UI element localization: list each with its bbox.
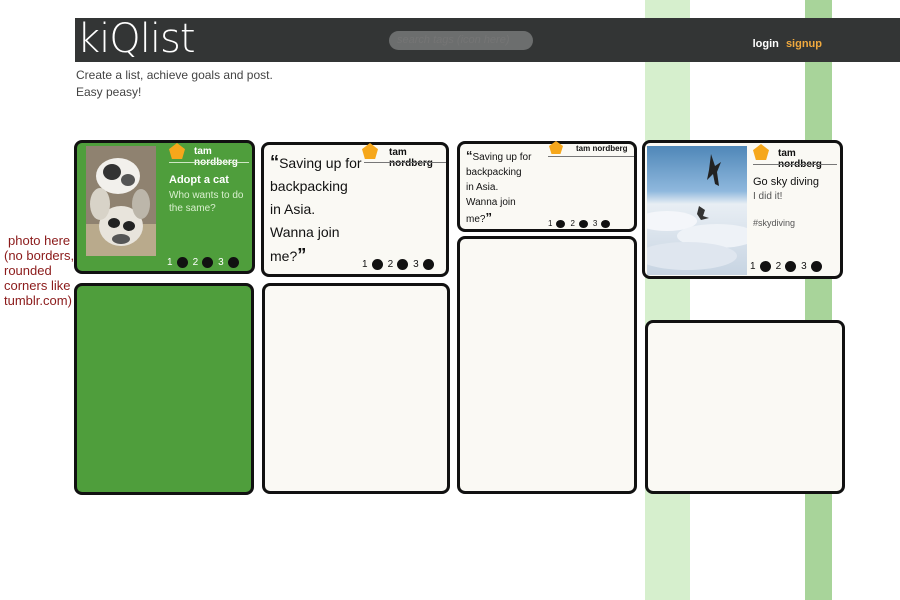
tagline: Create a list, achieve goals and post. E… — [76, 67, 273, 101]
annotation-line: rounded — [4, 263, 52, 278]
rating-dot-icon — [227, 257, 239, 268]
rating-dot-icon — [422, 259, 434, 270]
rating-label: 2 — [570, 219, 575, 228]
quote-text: “Saving up for backpacking in Asia. Wann… — [270, 152, 362, 265]
rating-3[interactable]: 3 — [592, 219, 611, 228]
author-name[interactable]: tam nordberg — [778, 148, 840, 170]
badge-pentagon-icon — [169, 143, 185, 159]
rating-label: 3 — [413, 259, 419, 270]
goal-card-quote-small[interactable]: tam nordberg “Saving up for backpacking … — [457, 141, 637, 232]
rating-label: 1 — [167, 257, 173, 268]
rating-row: 1 2 3 — [750, 261, 827, 272]
goal-card-placeholder-green[interactable] — [74, 283, 254, 495]
quote-line: Wanna join — [270, 224, 340, 240]
annotation-line: tumblr.com) — [4, 293, 72, 308]
rating-2[interactable]: 2 — [570, 219, 588, 228]
quote-line: Saving up for — [472, 152, 532, 163]
rating-dot-icon — [556, 219, 566, 228]
badge-pentagon-icon — [753, 144, 769, 160]
background-stripe-light — [645, 0, 690, 600]
rating-1[interactable]: 1 — [167, 257, 188, 268]
rating-1[interactable]: 1 — [750, 261, 771, 272]
card-subtitle-1: Who wants to do — [169, 190, 244, 201]
login-link[interactable]: login — [753, 38, 779, 50]
rating-label: 3 — [218, 257, 224, 268]
quote-line: backpacking — [466, 167, 522, 178]
rating-3[interactable]: 3 — [413, 259, 434, 270]
goal-card-placeholder[interactable] — [262, 283, 450, 494]
card-subtitle-1: I did it! — [753, 191, 783, 202]
search-input[interactable] — [389, 31, 533, 50]
rating-dot-icon — [810, 261, 822, 272]
rating-label: 2 — [192, 257, 199, 268]
rating-label: 1 — [548, 219, 553, 228]
divider — [753, 164, 837, 165]
rating-dot-icon — [785, 261, 797, 272]
goal-card-quote[interactable]: tam nordberg “Saving up for backpacking … — [261, 142, 449, 277]
rating-dot-icon — [759, 261, 771, 272]
rating-2[interactable]: 2 — [776, 261, 797, 272]
rating-dot-icon — [397, 259, 409, 270]
rating-row: 1 2 3 — [362, 259, 439, 270]
rating-3[interactable]: 3 — [218, 257, 239, 268]
rating-label: 3 — [801, 261, 807, 272]
signup-link[interactable]: signup — [786, 38, 822, 50]
rating-3[interactable]: 3 — [801, 261, 822, 272]
rating-label: 2 — [775, 261, 782, 272]
card-subtitle-2: the same? — [169, 203, 216, 214]
card-title: Adopt a cat — [169, 174, 229, 186]
badge-pentagon-icon — [549, 141, 563, 154]
card-tag[interactable]: #skydiving — [753, 218, 795, 228]
author-name[interactable]: tam nordberg — [194, 146, 252, 168]
goal-card-adopt-cat[interactable]: tam nordberg Adopt a cat Who wants to do… — [74, 140, 255, 274]
logo[interactable]: kiQlist — [77, 16, 196, 62]
auth-links: login signup — [753, 38, 822, 50]
rating-dot-icon — [601, 219, 611, 228]
quote-line: Saving up for — [279, 155, 362, 171]
rating-row: 1 2 3 — [548, 219, 615, 228]
quote-line: Wanna join — [466, 197, 516, 208]
rating-1[interactable]: 1 — [548, 219, 566, 228]
top-bar: kiQlist login signup — [75, 16, 900, 62]
rating-dot-icon — [578, 219, 588, 228]
rating-2[interactable]: 2 — [193, 257, 214, 268]
quote-line: me? — [270, 248, 298, 264]
rating-2[interactable]: 2 — [388, 259, 409, 270]
goal-card-placeholder[interactable] — [645, 320, 845, 494]
annotation-line: corners like — [4, 278, 71, 293]
rating-label: 2 — [387, 259, 394, 270]
tagline-line-2: Easy peasy! — [76, 85, 142, 99]
rating-dot-icon — [176, 257, 188, 268]
card-title: Go sky diving — [753, 176, 820, 188]
cat-photo — [86, 146, 156, 256]
author-name[interactable]: tam nordberg — [576, 144, 628, 153]
quote-line: backpacking — [270, 178, 348, 194]
quote-text: “Saving up for backpacking in Asia. Wann… — [466, 148, 532, 225]
quote-line: in Asia. — [466, 182, 499, 193]
author-name[interactable]: tam nordberg — [389, 147, 446, 169]
goal-card-sky-diving[interactable]: tam nordberg Go sky diving I did it! #sk… — [642, 140, 843, 279]
background-stripe-dark — [805, 0, 832, 600]
tagline-line-1: Create a list, achieve goals and post. — [76, 68, 273, 82]
rating-1[interactable]: 1 — [362, 259, 383, 270]
badge-pentagon-icon — [362, 143, 378, 159]
rating-row: 1 2 3 — [167, 257, 244, 268]
divider — [169, 162, 249, 163]
rating-label: 3 — [592, 219, 598, 228]
divider — [364, 162, 446, 163]
rating-dot-icon — [371, 259, 383, 270]
goal-card-placeholder[interactable] — [457, 236, 637, 494]
divider — [548, 156, 634, 157]
sky-diving-photo — [647, 146, 747, 275]
quote-line: me? — [466, 214, 486, 225]
rating-dot-icon — [202, 257, 214, 268]
rating-label: 1 — [362, 259, 368, 270]
annotation-line: (no borders, — [4, 248, 75, 263]
quote-line: in Asia. — [270, 201, 316, 217]
annotation-line: photo here — [8, 233, 71, 248]
rating-label: 1 — [750, 261, 756, 272]
design-annotation: photo here (no borders, rounded corners … — [4, 233, 84, 308]
